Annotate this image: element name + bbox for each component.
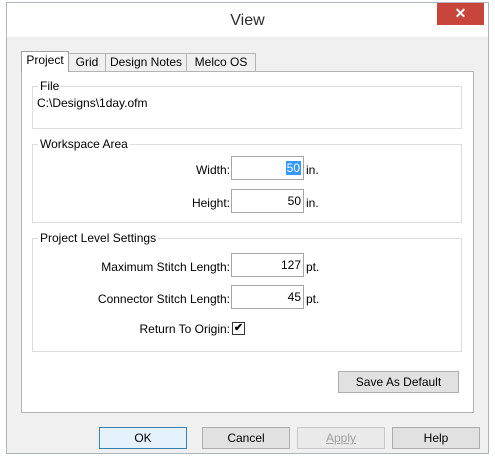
check-icon: ✔	[233, 322, 244, 334]
project-level-settings-title: Project Level Settings	[38, 231, 159, 245]
return-to-origin-label: Return To Origin:	[139, 322, 231, 336]
return-to-origin-checkbox[interactable]: ✔	[232, 322, 245, 335]
dialog-title: View	[230, 12, 265, 29]
file-group-title: File	[38, 79, 62, 93]
width-input[interactable]: 50	[231, 156, 304, 180]
tab-project[interactable]: Project	[21, 51, 69, 72]
max-stitch-length-label: Maximum Stitch Length:	[101, 260, 230, 274]
connector-stitch-length-input[interactable]: 45	[231, 285, 304, 309]
project-tab-panel: File C:\Designs\1day.ofm Workspace Area …	[21, 71, 474, 413]
file-group: File C:\Designs\1day.ofm	[32, 79, 462, 129]
help-button[interactable]: Help	[392, 427, 480, 449]
max-stitch-length-value: 127	[280, 258, 301, 272]
view-dialog: View ✕ Project Grid Design Notes Melco O…	[6, 2, 489, 454]
apply-button[interactable]: Apply	[297, 427, 385, 449]
title-bar: View ✕	[7, 3, 488, 37]
workspace-area-title: Workspace Area	[38, 137, 130, 151]
apply-label: Apply	[325, 431, 357, 445]
close-button[interactable]: ✕	[437, 3, 484, 25]
tab-design-notes[interactable]: Design Notes	[105, 53, 187, 71]
height-input[interactable]: 50	[231, 189, 304, 213]
ok-button[interactable]: OK	[99, 427, 187, 449]
connector-stitch-length-unit: pt.	[306, 292, 320, 306]
save-as-default-button[interactable]: Save As Default	[338, 371, 459, 393]
height-label: Height:	[191, 196, 230, 210]
max-stitch-length-input[interactable]: 127	[231, 253, 304, 277]
connector-stitch-length-label: Connector Stitch Length:	[97, 292, 230, 306]
height-unit: in.	[306, 196, 319, 210]
height-value: 50	[287, 194, 301, 208]
width-label: Width:	[195, 163, 230, 177]
close-icon: ✕	[454, 5, 467, 21]
tab-grid[interactable]: Grid	[68, 53, 106, 71]
connector-stitch-length-value: 45	[287, 290, 301, 304]
max-stitch-length-unit: pt.	[306, 260, 320, 274]
width-value: 50	[285, 161, 301, 175]
tab-melco-os[interactable]: Melco OS	[186, 53, 256, 71]
file-path: C:\Designs\1day.ofm	[37, 96, 148, 110]
width-unit: in.	[306, 163, 319, 177]
cancel-button[interactable]: Cancel	[202, 427, 290, 449]
